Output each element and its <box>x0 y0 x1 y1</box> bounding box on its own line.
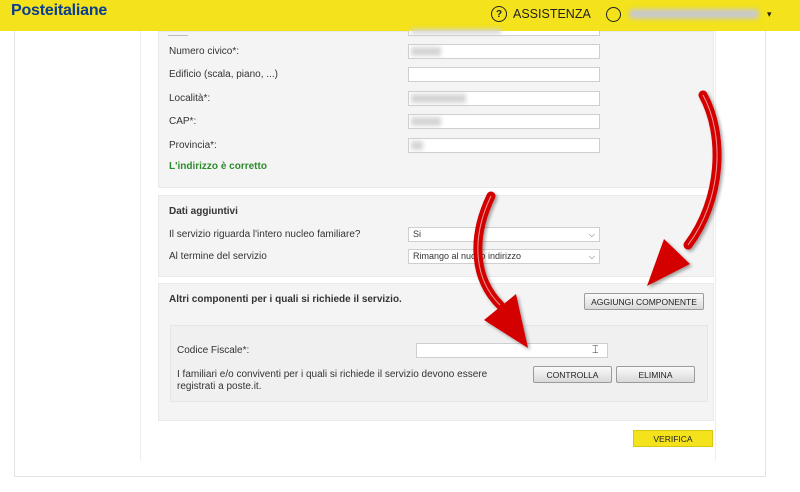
arrow-to-add-component-icon <box>647 90 722 286</box>
arrow-to-fiscal-code-icon <box>473 191 528 348</box>
annotation-arrows <box>473 90 722 348</box>
